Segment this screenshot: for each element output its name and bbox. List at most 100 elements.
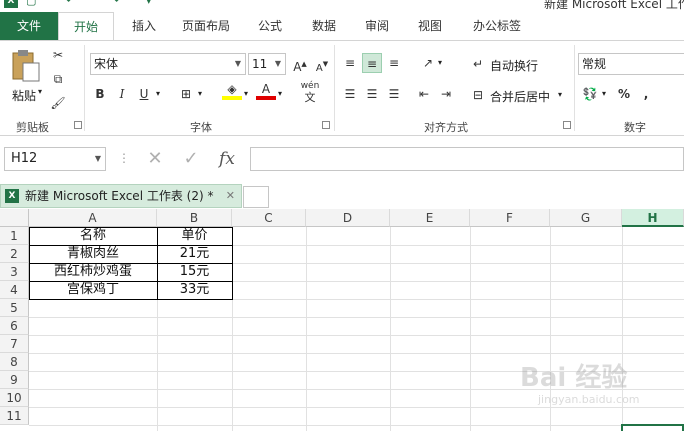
row-header[interactable]: 10 [0,389,29,407]
cell-b2[interactable]: 21元 [157,245,232,263]
align-bottom-icon[interactable]: ≡ [384,53,404,73]
font-name-value: 宋体 [94,57,119,71]
align-center-icon[interactable]: ☰ [362,84,382,104]
row-header[interactable]: 11 [0,407,29,425]
excel-app-icon: X [4,0,18,8]
row-header[interactable]: 4 [0,281,29,299]
row-header[interactable]: 3 [0,263,29,281]
selected-cell[interactable] [621,424,684,431]
row-header[interactable]: 1 [0,227,29,245]
row-header[interactable]: 8 [0,353,29,371]
gridline [29,353,684,354]
tab-view[interactable]: 视图 [410,12,450,40]
column-header-f[interactable]: F [470,209,550,227]
borders-icon[interactable]: ⊞ [176,84,196,104]
tab-data[interactable]: 数据 [304,12,344,40]
row-header[interactable]: 5 [0,299,29,317]
column-header-b[interactable]: B [157,209,232,227]
column-header-a[interactable]: A [29,209,157,227]
column-header-d[interactable]: D [306,209,390,227]
row-header[interactable]: 6 [0,317,29,335]
formula-input[interactable] [250,147,684,171]
close-icon[interactable]: ✕ [226,185,235,207]
decrease-font-icon[interactable]: A▼ [312,54,332,74]
tab-office-tab[interactable]: 办公标签 [466,12,528,40]
tab-file[interactable]: 文件 [0,12,58,40]
workbook-tab-strip: X 新建 Microsoft Excel 工作表 (2) * ✕ [0,180,684,208]
tab-home[interactable]: 开始 [58,12,114,41]
undo-icon[interactable]: ↶ [66,0,75,7]
accounting-dropdown-icon[interactable]: ▾ [602,89,606,98]
cell-a4[interactable]: 宫保鸡丁 [29,281,157,299]
tab-formulas[interactable]: 公式 [250,12,290,40]
workbook-tab[interactable]: X 新建 Microsoft Excel 工作表 (2) * ✕ [0,184,242,208]
bold-button[interactable]: B [90,84,110,104]
row-header[interactable]: 2 [0,245,29,263]
wrap-text-button[interactable]: ↵ 自动换行 [468,53,548,75]
select-all-corner[interactable] [0,209,29,227]
cell-a2[interactable]: 青椒肉丝 [29,245,157,263]
font-color-icon[interactable]: A [256,82,276,102]
font-size-combo[interactable]: 11 ▼ [248,53,286,75]
orientation-dropdown-icon[interactable]: ▾ [438,58,442,67]
tab-review[interactable]: 审阅 [357,12,397,40]
align-top-icon[interactable]: ≡ [340,53,360,73]
copy-icon[interactable]: ⧉ [48,69,68,89]
tab-page-layout[interactable]: 页面布局 [174,12,238,40]
accounting-format-icon[interactable]: 💱 [580,84,600,104]
formula-bar: H12 ▼ ⋮ ✕ ✓ fx [0,143,684,173]
cell-b4[interactable]: 33元 [157,281,232,299]
cut-icon[interactable]: ✂ [48,45,68,65]
formula-bar-grip-icon: ⋮ [118,151,130,165]
font-color-dropdown-icon[interactable]: ▾ [278,89,282,98]
insert-function-button[interactable]: fx [214,147,240,171]
increase-font-icon[interactable]: A▲ [290,54,310,74]
format-painter-icon[interactable]: 🖌 [48,93,68,113]
column-header-g[interactable]: G [550,209,622,227]
fill-color-dropdown-icon[interactable]: ▾ [244,89,248,98]
align-middle-icon[interactable]: ≡ [362,53,382,73]
cell-a1[interactable]: 名称 [29,227,157,245]
number-format-value: 常规 [582,57,607,71]
underline-button[interactable]: U [134,84,154,104]
new-tab-button[interactable] [243,186,269,208]
align-left-icon[interactable]: ☰ [340,84,360,104]
align-right-icon[interactable]: ☰ [384,84,404,104]
cell-a3[interactable]: 西红柿炒鸡蛋 [29,263,157,281]
redo-icon[interactable]: ↷ [110,0,119,7]
clipboard-launcher-icon[interactable] [74,121,82,129]
cell-b3[interactable]: 15元 [157,263,232,281]
tab-insert[interactable]: 插入 [124,12,164,40]
alignment-group-label: 对齐方式 [424,121,468,134]
quick-access-more-icon[interactable]: ▾ [146,0,152,7]
row-header[interactable]: 9 [0,371,29,389]
paste-button[interactable]: 粘贴 [8,47,44,107]
italic-button[interactable]: I [112,84,132,104]
percent-button[interactable]: % [614,84,634,104]
phonetic-icon[interactable]: wén 文 [298,81,322,103]
underline-dropdown-icon[interactable]: ▾ [156,89,160,98]
number-format-combo[interactable]: 常规 [578,53,684,75]
alignment-launcher-icon[interactable] [563,121,571,129]
column-header-c[interactable]: C [232,209,306,227]
decrease-indent-icon[interactable]: ⇤ [414,84,434,104]
borders-dropdown-icon[interactable]: ▾ [198,89,202,98]
cancel-icon[interactable]: ✕ [142,147,168,171]
paste-dropdown-icon[interactable]: ▾ [38,87,42,96]
row-header[interactable]: 7 [0,335,29,353]
column-header-e[interactable]: E [390,209,470,227]
column-header-h[interactable]: H [622,209,684,227]
font-launcher-icon[interactable] [322,121,330,129]
increase-indent-icon[interactable]: ⇥ [436,84,456,104]
font-name-combo[interactable]: 宋体 ▼ [90,53,246,75]
merge-center-button[interactable]: ⊟ 合并后居中 ▾ [468,84,568,106]
name-box[interactable]: H12 ▼ [4,147,106,171]
ribbon: 粘贴 ▾ ✂ ⧉ 🖌 剪贴板 宋体 ▼ 11 ▼ A▲ A▼ B I U ▾ ⊞… [0,40,684,136]
gridline [390,227,391,431]
enter-icon[interactable]: ✓ [178,147,204,171]
cell-b1[interactable]: 单价 [157,227,232,245]
save-icon[interactable]: ▢ [26,0,36,7]
fill-color-icon[interactable]: ◈ [222,82,242,102]
orientation-icon[interactable]: ↗ [418,53,438,73]
comma-button[interactable]: , [636,84,656,104]
